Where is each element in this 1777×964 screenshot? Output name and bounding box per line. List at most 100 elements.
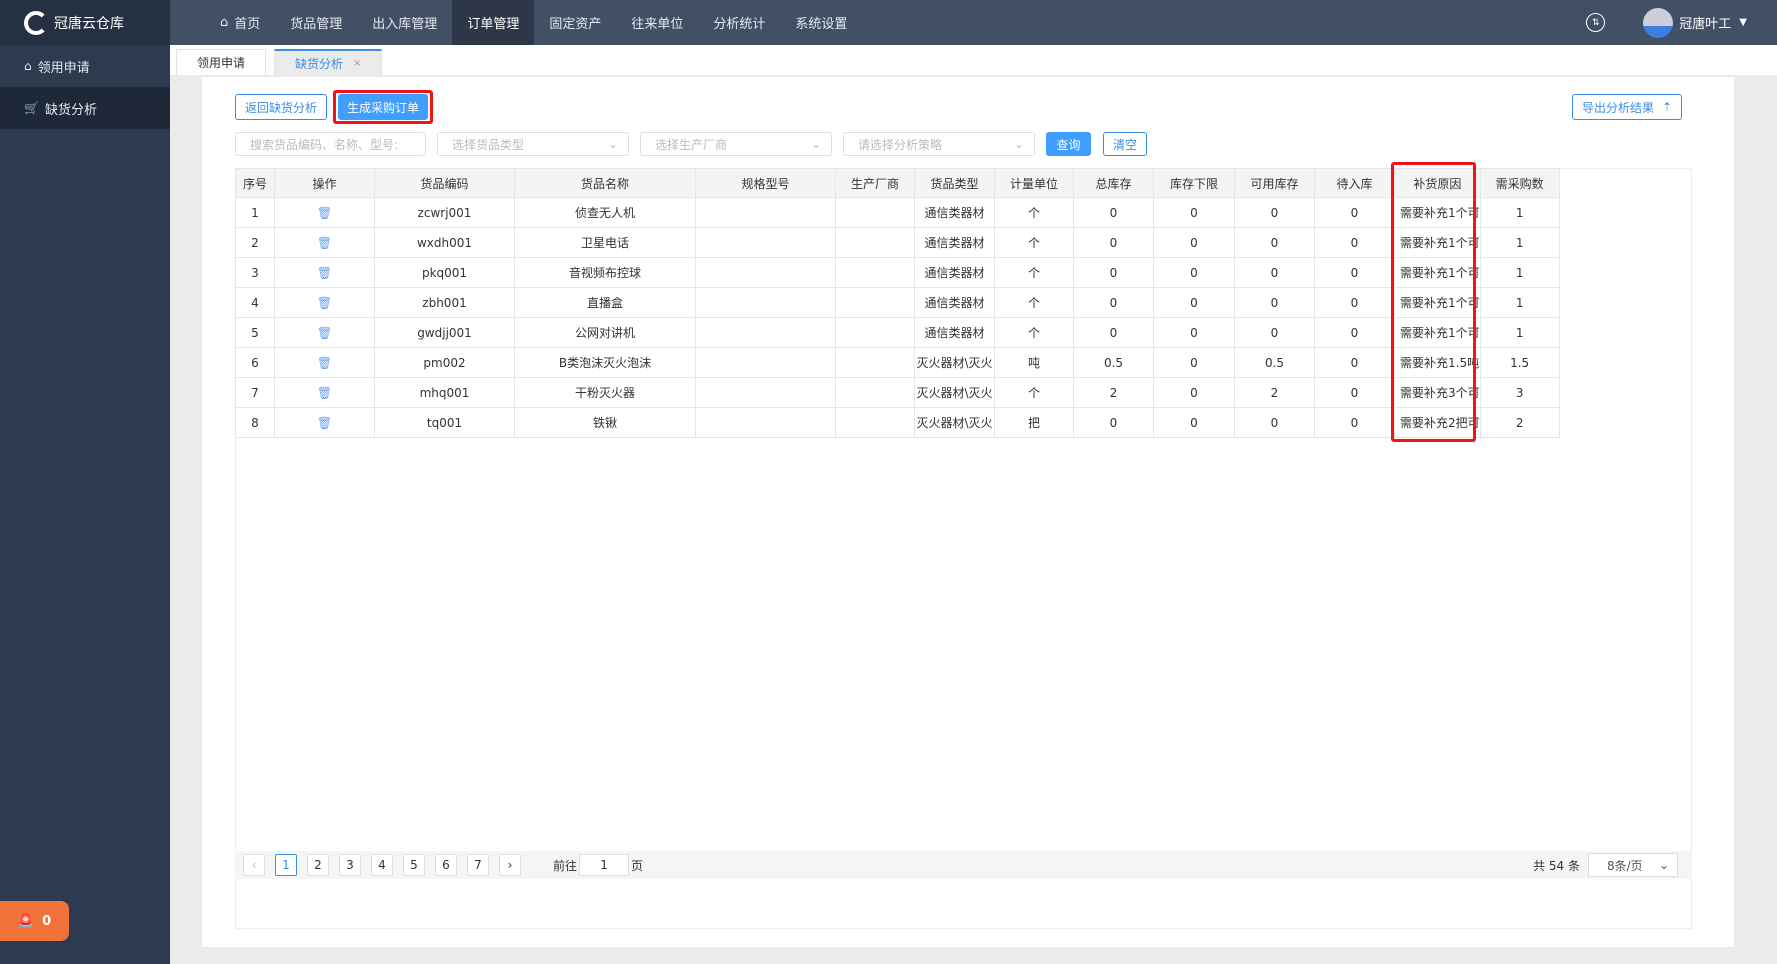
- delete-icon[interactable]: 🗑: [317, 296, 332, 310]
- table-cell: 0: [1073, 197, 1154, 228]
- table-cell: 2: [1234, 377, 1315, 408]
- page-button[interactable]: 4: [371, 854, 393, 876]
- table-cell: tq001: [374, 407, 515, 438]
- tab-shortage[interactable]: 缺货分析 ×: [274, 49, 383, 75]
- nav-stats[interactable]: 分析统计: [698, 0, 780, 45]
- switch-icon[interactable]: ⇅: [1586, 13, 1606, 32]
- nav-label: 首页: [234, 17, 261, 32]
- nav-orders[interactable]: 订单管理: [452, 0, 535, 45]
- nav-assets[interactable]: 固定资产: [534, 0, 616, 45]
- column-header: 货品类型: [914, 168, 995, 198]
- page-unit: 页: [631, 858, 644, 873]
- table-cell: 0: [1314, 317, 1395, 348]
- table-cell: 0: [1234, 257, 1315, 288]
- table-cell: [835, 317, 915, 348]
- placeholder: 搜索货品编码、名称、型号:: [250, 137, 399, 152]
- table-cell: 1: [1479, 257, 1560, 288]
- table-cell: 4: [235, 287, 275, 318]
- table-row: 7 🗑 mhq001 干粉灭火器 灭火器材\灭火个 2 0 2 0 需要补充3个可 3: [235, 377, 1560, 408]
- strategy-select[interactable]: 请选择分析策略 ⌄: [843, 132, 1035, 156]
- tab-requisition[interactable]: 领用申请: [176, 49, 267, 75]
- sidebar: 冠唐云仓库 ⌂ 领用申请 🛒 缺货分析: [0, 0, 170, 964]
- generate-order-button[interactable]: 生成采购订单: [338, 94, 428, 120]
- table-cell: gwdjj001: [374, 317, 515, 348]
- type-select[interactable]: 选择货品类型 ⌄: [437, 132, 629, 156]
- delete-icon[interactable]: 🗑: [317, 236, 332, 250]
- table-cell: 直播盒: [514, 287, 696, 318]
- table-cell: 铁锹: [514, 407, 696, 438]
- prev-page-button[interactable]: ‹: [243, 854, 265, 876]
- maker-select[interactable]: 选择生产厂商 ⌄: [640, 132, 832, 156]
- top-nav: ⌂ 首页 货品管理 出入库管理 订单管理 固定资产 往来单位 分析统计 系统设置 …: [170, 0, 1777, 45]
- nav-home[interactable]: ⌂ 首页: [205, 0, 275, 45]
- table-cell: 灭火器材\灭火: [914, 407, 995, 438]
- goto-page-input[interactable]: 1: [579, 854, 630, 876]
- delete-icon[interactable]: 🗑: [317, 326, 332, 340]
- nav-inout[interactable]: 出入库管理: [357, 0, 452, 45]
- table-cell: zcwrj001: [374, 197, 515, 228]
- delete-icon[interactable]: 🗑: [317, 206, 332, 220]
- next-page-button[interactable]: ›: [499, 854, 521, 876]
- placeholder: 选择货品类型: [452, 137, 525, 152]
- table-cell: 通信类器材: [914, 257, 995, 288]
- sidebar-item-shortage[interactable]: 🛒 缺货分析: [0, 87, 170, 129]
- chevron-down-icon: ⌄: [607, 137, 618, 151]
- column-header: 序号: [235, 168, 275, 198]
- page-button[interactable]: 3: [339, 854, 361, 876]
- table-cell: 0: [1314, 287, 1395, 318]
- nav-settings[interactable]: 系统设置: [780, 0, 862, 45]
- table-cell: 0: [1314, 347, 1395, 378]
- nav-goods[interactable]: 货品管理: [275, 0, 357, 45]
- table-cell: 2: [235, 227, 275, 258]
- query-button[interactable]: 查询: [1046, 132, 1091, 156]
- table-cell: 0: [1314, 197, 1395, 228]
- table-cell: 1.5: [1479, 347, 1560, 378]
- table-cell: 🗑: [274, 287, 375, 318]
- table-cell: 7: [235, 377, 275, 408]
- table-cell: 0: [1153, 257, 1235, 288]
- delete-icon[interactable]: 🗑: [317, 356, 332, 370]
- caret-down-icon[interactable]: ▼: [1739, 17, 1747, 28]
- app-logo[interactable]: 冠唐云仓库: [0, 0, 170, 45]
- placeholder: 选择生产厂商: [655, 137, 728, 152]
- column-header: 计量单位: [994, 168, 1074, 198]
- total-count: 共 54 条: [1533, 858, 1580, 873]
- table-cell: 🗑: [274, 317, 375, 348]
- delete-icon[interactable]: 🗑: [317, 386, 332, 400]
- table-cell: 0: [1314, 377, 1395, 408]
- page-button[interactable]: 5: [403, 854, 425, 876]
- alarm-button[interactable]: 🚨 0: [0, 901, 69, 941]
- table-cell: 个: [994, 257, 1074, 288]
- column-header: 需采购数: [1479, 168, 1560, 198]
- column-header: 可用库存: [1234, 168, 1315, 198]
- page-size-select[interactable]: 8条/页 ⌄: [1588, 853, 1678, 877]
- sidebar-item-requisition[interactable]: ⌂ 领用申请: [0, 45, 170, 87]
- table-cell: 🗑: [274, 407, 375, 438]
- table-cell: 1: [235, 197, 275, 228]
- export-button[interactable]: 导出分析结果 ⇡: [1572, 94, 1682, 120]
- page-button[interactable]: 1: [275, 854, 297, 876]
- delete-icon[interactable]: 🗑: [317, 416, 332, 430]
- tab-label: 领用申请: [197, 56, 246, 70]
- back-button[interactable]: 返回缺货分析: [235, 94, 327, 120]
- page-button[interactable]: 6: [435, 854, 457, 876]
- table-row: 1 🗑 zcwrj001 侦查无人机 通信类器材个 0 0 0 0 需要补充1个可 1: [235, 197, 1560, 228]
- page-button[interactable]: 7: [467, 854, 489, 876]
- table-cell: 0: [1234, 317, 1315, 348]
- search-input[interactable]: 搜索货品编码、名称、型号:: [235, 132, 426, 156]
- user-name[interactable]: 冠唐叶工: [1679, 13, 1731, 32]
- clear-button[interactable]: 清空: [1103, 132, 1147, 156]
- nav-partners[interactable]: 往来单位: [616, 0, 698, 45]
- delete-icon[interactable]: 🗑: [317, 266, 332, 280]
- table-cell: 6: [235, 347, 275, 378]
- table-cell: 🗑: [274, 257, 375, 288]
- close-icon[interactable]: ×: [353, 58, 361, 69]
- page-button[interactable]: 2: [307, 854, 329, 876]
- avatar[interactable]: [1643, 7, 1674, 38]
- table-cell: 个: [994, 227, 1074, 258]
- table-cell: 1: [1479, 287, 1560, 318]
- table-cell: 5: [235, 317, 275, 348]
- table-cell: zbh001: [374, 287, 515, 318]
- goto-label: 前往: [553, 858, 578, 873]
- table-cell: 🗑: [274, 347, 375, 378]
